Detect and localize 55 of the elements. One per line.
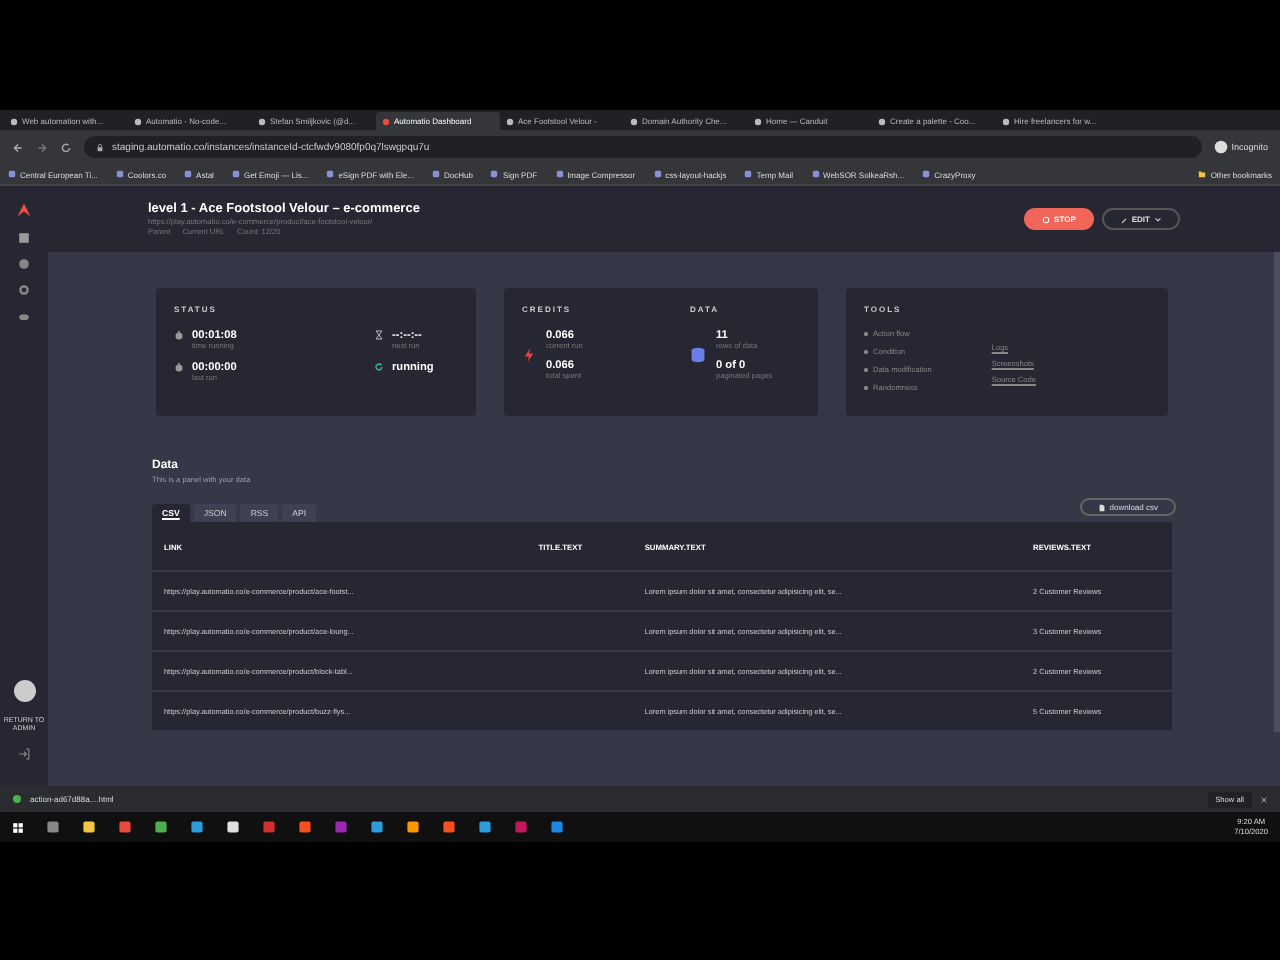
file-icon (1097, 503, 1106, 511)
database-icon (690, 346, 706, 364)
app-icon (262, 820, 276, 834)
bookmark-icon (184, 170, 193, 178)
app-icon (46, 820, 60, 834)
folder-icon (1198, 170, 1207, 178)
back-icon (12, 141, 24, 153)
logo-icon (16, 202, 32, 218)
app-icon (226, 820, 240, 834)
bookmark-icon (431, 170, 440, 178)
page-icon (258, 117, 266, 125)
hourglass-icon (374, 330, 384, 340)
app-icon (190, 820, 204, 834)
logout-icon (18, 748, 30, 760)
bookmark-icon (555, 170, 564, 178)
bookmark-icon (326, 170, 335, 178)
bookmark-icon (922, 170, 931, 178)
bookmark-icon (115, 170, 124, 178)
page-icon (10, 117, 18, 125)
forward-icon (36, 141, 48, 153)
app-icon (514, 820, 528, 834)
close-icon (1260, 795, 1268, 803)
page-icon (382, 117, 390, 125)
bookmark-icon (811, 170, 819, 178)
app-icon (334, 820, 348, 834)
refresh-icon (374, 362, 384, 372)
app-icon (478, 820, 492, 834)
timer-icon (174, 330, 184, 340)
bookmark-icon (231, 170, 240, 178)
bookmark-icon (653, 170, 662, 178)
bookmark-icon (744, 170, 753, 178)
windows-icon (12, 821, 24, 833)
app-icon (298, 820, 312, 834)
page-icon (506, 117, 514, 125)
app-icon (550, 820, 564, 834)
app-icon (82, 820, 96, 834)
app-icon (154, 820, 168, 834)
page-icon (1002, 117, 1010, 125)
bolt-icon (522, 346, 536, 364)
power-icon (1042, 215, 1051, 223)
reload-icon (60, 141, 72, 153)
page-icon (754, 117, 762, 125)
app-icon (442, 820, 456, 834)
app-icon (118, 820, 132, 834)
app-icon (370, 820, 384, 834)
bookmark-icon (490, 170, 499, 178)
app-icon (406, 820, 420, 834)
page-icon (878, 117, 886, 125)
page-icon (630, 117, 638, 125)
avatar[interactable] (13, 679, 35, 702)
page-icon (134, 117, 142, 125)
lock-icon (96, 143, 104, 151)
timer-icon (174, 362, 184, 372)
caret-icon (1154, 215, 1162, 223)
bookmark-icon (8, 170, 16, 178)
